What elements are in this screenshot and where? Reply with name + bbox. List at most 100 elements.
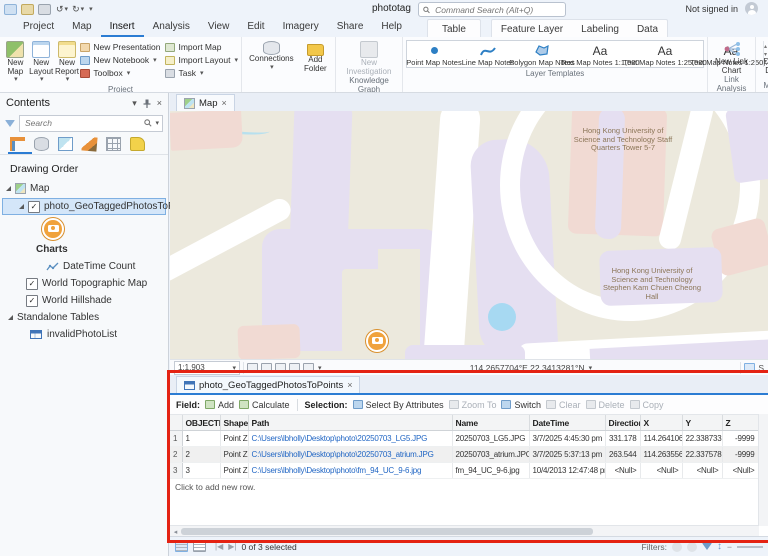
toc-item-standalone-tables[interactable]: Standalone Tables (0, 309, 168, 326)
redo-chevron-icon[interactable]: ▾ (81, 5, 85, 13)
expander-icon[interactable] (6, 186, 11, 191)
last-record-icon[interactable]: ▶| (228, 542, 236, 551)
new-investigation-button[interactable]: New Investigation (339, 39, 399, 76)
search-box[interactable]: ▾ (19, 115, 163, 132)
calculate-field-button[interactable]: Calculate (239, 400, 290, 410)
close-icon[interactable]: × (221, 98, 226, 108)
expander-icon[interactable] (8, 315, 13, 320)
import-layout-button[interactable]: Import Layout▾ (165, 54, 238, 66)
text-map-notes-1000-button[interactable]: Aa Text Map Notes 1:1,000 (569, 41, 631, 67)
new-notebook-button[interactable]: New Notebook▾ (80, 54, 160, 66)
open-project-icon[interactable] (21, 4, 34, 15)
new-presentation-button[interactable]: New Presentation (80, 41, 160, 53)
clear-selection-button[interactable]: Clear (546, 400, 581, 410)
tab-edit[interactable]: Edit (238, 17, 273, 37)
delete-selection-button[interactable]: Delete (586, 400, 625, 410)
col-direction[interactable]: Direction (605, 415, 640, 431)
tab-feature-layer[interactable]: Feature Layer (492, 22, 572, 35)
col-objectid[interactable]: OBJECTID * (182, 415, 220, 431)
tab-help[interactable]: Help (372, 17, 411, 37)
zoom-out-icon[interactable]: − (727, 542, 732, 552)
form-view-icon[interactable] (193, 541, 206, 552)
scrollbar-thumb[interactable] (181, 528, 593, 535)
distance-direction-button[interactable]: Distance Direct... (759, 39, 768, 81)
tab-table[interactable]: Table (428, 22, 480, 35)
photo-point-marker[interactable] (366, 330, 388, 352)
layer-checkbox[interactable]: ✓ (26, 295, 38, 307)
tab-view[interactable]: View (199, 17, 239, 37)
snapping-icon[interactable] (275, 363, 286, 373)
zoom-to-button[interactable]: Zoom To (449, 400, 497, 410)
redo-icon[interactable]: ↻ (72, 4, 80, 15)
toc-item-world-hillshade[interactable]: ✓ World Hillshade (0, 292, 168, 309)
first-record-icon[interactable]: |◀ (215, 542, 223, 551)
table-row[interactable]: 1 1 Point Z C:\Users\lbholly\Desktop\pho… (170, 431, 758, 447)
search-input[interactable] (23, 117, 142, 129)
add-row-hint[interactable]: Click to add new row. (170, 479, 768, 492)
toc-item-map[interactable]: Map (0, 180, 168, 197)
search-options-chevron-icon[interactable]: ▾ (155, 119, 159, 127)
statusbar-chevron-icon[interactable]: ▾ (318, 364, 322, 372)
crosshair-icon[interactable] (289, 363, 300, 373)
select-by-attributes-button[interactable]: Select By Attributes (353, 400, 444, 410)
import-map-button[interactable]: Import Map (165, 41, 238, 53)
add-grid-icon[interactable] (247, 363, 258, 373)
undo-chevron-icon[interactable]: ▾ (65, 5, 69, 13)
north-arrow-icon[interactable] (303, 363, 314, 373)
vertical-scrollbar[interactable] (758, 414, 768, 526)
close-icon[interactable]: × (347, 380, 352, 390)
toc-item-invalidphotolist[interactable]: invalidPhotoList (0, 326, 168, 343)
filter-funnel-icon[interactable] (702, 543, 712, 550)
customize-quick-access-icon[interactable]: ▾ (89, 5, 93, 13)
row-selector-header[interactable] (170, 415, 182, 431)
selection-tools-icon[interactable] (744, 363, 755, 373)
connections-button[interactable]: Connections▾ (245, 39, 298, 92)
table-view-tab[interactable]: photo_GeoTaggedPhotosToPoints × (176, 376, 360, 393)
photo-path-link[interactable]: C:\Users\lbholly\Desktop\photo\fm_94_UC_… (248, 463, 452, 479)
save-project-icon[interactable] (4, 4, 17, 15)
toc-item-datetime-count[interactable]: DateTime Count (0, 258, 168, 275)
undo-icon[interactable]: ↺ (56, 4, 64, 15)
col-datetime[interactable]: DateTime (529, 415, 605, 431)
toc-item-layer-symbol[interactable] (0, 217, 168, 241)
open-table-icon[interactable] (261, 363, 272, 373)
signin-status[interactable]: Not signed in (685, 4, 738, 14)
col-name[interactable]: Name (452, 415, 529, 431)
switch-selection-button[interactable]: Switch (501, 400, 541, 410)
table-view-icon[interactable] (175, 541, 188, 552)
col-y[interactable]: Y (682, 415, 722, 431)
command-search-input[interactable] (433, 4, 561, 16)
close-pane-icon[interactable]: × (157, 98, 162, 108)
list-by-data-source-icon[interactable] (34, 137, 49, 151)
tab-insert[interactable]: Insert (101, 17, 144, 37)
text-map-notes-25000-button[interactable]: Aa Text Map Notes 1:25,000 (631, 41, 699, 67)
add-folder-button[interactable]: Add Folder (299, 39, 332, 92)
task-button[interactable]: Task▾ (165, 67, 238, 79)
list-by-selection-icon[interactable] (58, 137, 73, 151)
tab-map[interactable]: Map (63, 17, 100, 37)
avatar[interactable] (745, 2, 758, 15)
col-x[interactable]: X (640, 415, 682, 431)
new-layout-button[interactable]: New Layout▾ (29, 39, 54, 85)
col-z[interactable]: Z (722, 415, 758, 431)
toc-item-photo-layer[interactable]: ✓ photo_GeoTaggedPhotosToPoints (2, 198, 166, 215)
list-by-labeling-icon[interactable] (130, 137, 145, 151)
list-by-drawing-order-icon[interactable] (10, 137, 25, 151)
list-by-editing-icon[interactable] (81, 136, 97, 151)
point-map-notes-button[interactable]: Point Map Notes (407, 41, 461, 67)
map-view-tab[interactable]: Map × (176, 94, 235, 111)
tab-imagery[interactable]: Imagery (274, 17, 328, 37)
layer-checkbox[interactable]: ✓ (26, 278, 38, 290)
filter-time-icon[interactable] (672, 542, 682, 552)
table-row[interactable]: 3 3 Point Z C:\Users\lbholly\Desktop\pho… (170, 463, 758, 479)
filter-extent-icon[interactable] (687, 542, 697, 552)
new-map-button[interactable]: New Map▾ (3, 39, 28, 85)
new-report-button[interactable]: New Report▾ (55, 39, 80, 85)
toc-item-world-topographic-map[interactable]: ✓ World Topographic Map (0, 275, 168, 292)
line-map-notes-button[interactable]: Line Map Notes (461, 41, 515, 67)
tab-labeling[interactable]: Labeling (572, 22, 628, 35)
map-scale-select[interactable]: 1:1,903▾ (174, 361, 240, 375)
scroll-left-icon[interactable]: ◂ (170, 528, 181, 536)
toolbox-button[interactable]: Toolbox▾ (80, 67, 160, 79)
filter-icon[interactable] (5, 120, 15, 127)
